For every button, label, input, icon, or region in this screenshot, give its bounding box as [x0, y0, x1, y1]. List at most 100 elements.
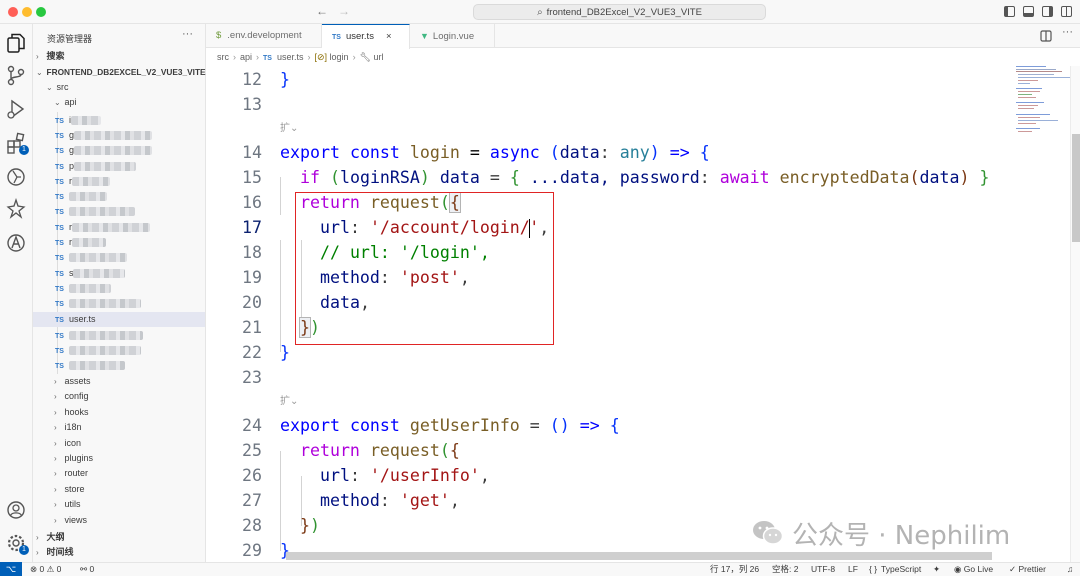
breadcrumb-item[interactable]: api — [240, 52, 252, 62]
folder-store[interactable]: › store — [54, 482, 226, 497]
folder-hooks[interactable]: › hooks — [54, 405, 226, 420]
property-token: url — [319, 466, 350, 485]
cursor-position[interactable]: 行 17，列 26 — [710, 563, 759, 576]
timeline-section-header[interactable]: › 时间线 — [36, 545, 208, 560]
code-lens[interactable]: 扩⌄ — [280, 393, 380, 410]
folder-utils[interactable]: › utils — [54, 497, 226, 512]
api-file-row[interactable]: TS r — [33, 220, 205, 235]
api-file-row[interactable]: TS r — [33, 174, 205, 189]
timeline-label: 时间线 — [46, 547, 74, 557]
git-graph-icon[interactable] — [5, 198, 27, 220]
chevron-right-icon: › — [36, 52, 39, 61]
language-mode[interactable]: { } TypeScript — [869, 563, 921, 576]
folder-src[interactable]: ⌄ src — [46, 80, 218, 95]
keyword-token: if — [299, 168, 320, 187]
file-label: user.ts — [68, 314, 96, 324]
more-actions-icon[interactable]: ··· — [1062, 26, 1073, 38]
more-actions-icon[interactable]: ··· — [182, 28, 193, 40]
accessibility-icon[interactable] — [5, 232, 27, 254]
code-line: 25 return request({ — [206, 438, 1006, 463]
api-file-row[interactable]: TS g — [33, 128, 205, 143]
folder-icon[interactable]: › icon — [54, 436, 226, 451]
api-file-row[interactable]: TS p — [33, 159, 205, 174]
vertical-scrollbar[interactable] — [1070, 66, 1080, 562]
redacted-filename — [68, 284, 111, 294]
api-file-row[interactable]: TS — [33, 189, 205, 204]
eol-setting[interactable]: LF — [848, 563, 858, 576]
api-file-row[interactable]: TS g — [33, 143, 205, 158]
toggle-sidebar-icon[interactable] — [1004, 6, 1015, 17]
breadcrumb-item[interactable]: src — [217, 52, 229, 62]
api-file-row[interactable]: TS i — [33, 113, 205, 128]
redacted-filename — [73, 131, 152, 141]
folder-api[interactable]: ⌄ api — [54, 95, 226, 110]
source-control-icon[interactable] — [5, 64, 27, 86]
line-number: 13 — [242, 95, 262, 114]
tab-env-development[interactable]: $ .env.development — [206, 24, 322, 48]
api-file-row[interactable]: TS — [33, 328, 205, 343]
go-live-button[interactable]: ◉ Go Live — [954, 563, 993, 576]
wrench-icon: 🔧︎ — [359, 52, 371, 62]
folder-plugins[interactable]: › plugins — [54, 451, 226, 466]
breadcrumb-item[interactable]: url — [374, 52, 384, 62]
api-file-row[interactable]: TS — [33, 204, 205, 219]
remote-explorer-icon[interactable] — [5, 166, 27, 188]
encoding-setting[interactable]: UTF-8 — [811, 563, 835, 576]
horizontal-scrollbar[interactable] — [286, 552, 992, 560]
maximize-window-button[interactable] — [36, 7, 46, 17]
folder-config[interactable]: › config — [54, 389, 226, 404]
project-root-folder[interactable]: ⌄ FRONTEND_DB2EXCEL_V2_VUE3_VITE — [36, 65, 208, 80]
code-lens-label: 扩 — [280, 396, 290, 407]
breadcrumb-item[interactable]: login — [330, 52, 349, 62]
api-file-row[interactable]: TS r — [33, 235, 205, 250]
problems-indicator[interactable]: ⊗ 0 ⚠︎ 0 — [30, 563, 61, 576]
search-icon: ⌕ — [537, 6, 543, 18]
folder-i18n[interactable]: › i18n — [54, 420, 226, 435]
folder-views[interactable]: › views — [54, 513, 226, 528]
typescript-file-icon: TS — [55, 240, 64, 247]
manage-settings-icon[interactable]: 1 — [5, 532, 29, 555]
back-arrow-icon[interactable]: ← — [316, 4, 328, 18]
remote-indicator[interactable]: ⌥ — [0, 562, 22, 576]
api-file-row[interactable]: TS s — [33, 266, 205, 281]
code-lens[interactable]: 扩⌄ — [280, 120, 380, 137]
git-graph-status-icon[interactable]: ✦ — [933, 563, 940, 576]
error-icon: ⊗ — [30, 564, 38, 574]
tab-login-vue[interactable]: ▼ Login.vue — [410, 24, 495, 48]
accounts-icon[interactable] — [5, 499, 27, 521]
extensions-badge: 1 — [19, 145, 29, 155]
forward-arrow-icon[interactable]: → — [338, 4, 350, 18]
ports-indicator[interactable]: ⚯ 0 — [80, 563, 94, 576]
api-file-row[interactable]: TS — [33, 296, 205, 311]
prettier-status[interactable]: ✓ Prettier — [1009, 563, 1046, 576]
api-file-row[interactable]: TS — [33, 358, 205, 373]
close-tab-icon[interactable]: × — [386, 31, 392, 42]
tab-user-ts[interactable]: TS user.ts × — [322, 24, 410, 49]
close-window-button[interactable] — [8, 7, 18, 17]
api-file-row[interactable]: TS — [33, 281, 205, 296]
explorer-icon[interactable] — [5, 32, 27, 54]
minimize-window-button[interactable] — [22, 7, 32, 17]
toggle-panel-icon[interactable] — [1023, 6, 1034, 17]
keyword-token: async — [489, 143, 540, 162]
folder-assets[interactable]: › assets — [54, 374, 226, 389]
extensions-icon[interactable]: 1 — [5, 132, 29, 155]
indentation-setting[interactable]: 空格: 2 — [772, 563, 798, 576]
outline-section-header[interactable]: › 大纲 — [36, 530, 208, 545]
api-file-row[interactable]: TS — [33, 250, 205, 265]
search-section-header[interactable]: › 搜索 — [36, 49, 208, 64]
minimap[interactable] — [1014, 66, 1070, 562]
notifications-bell-icon[interactable]: ♫ — [1067, 563, 1073, 576]
split-editor-icon[interactable] — [1040, 30, 1052, 42]
customize-layout-icon[interactable] — [1061, 6, 1072, 17]
run-debug-icon[interactable] — [5, 98, 27, 120]
folder-label: views — [64, 514, 88, 525]
folder-router[interactable]: › router — [54, 466, 226, 481]
command-center-search[interactable]: ⌕ frontend_DB2Excel_V2_VUE3_VITE — [473, 4, 766, 20]
scrollbar-thumb[interactable] — [1072, 134, 1080, 242]
toggle-secondary-sidebar-icon[interactable] — [1042, 6, 1053, 17]
breadcrumb-item[interactable]: user.ts — [277, 52, 304, 62]
typescript-file-icon: TS — [55, 271, 64, 278]
file-user-ts[interactable]: TS user.ts — [33, 312, 205, 327]
api-file-row[interactable]: TS — [33, 343, 205, 358]
